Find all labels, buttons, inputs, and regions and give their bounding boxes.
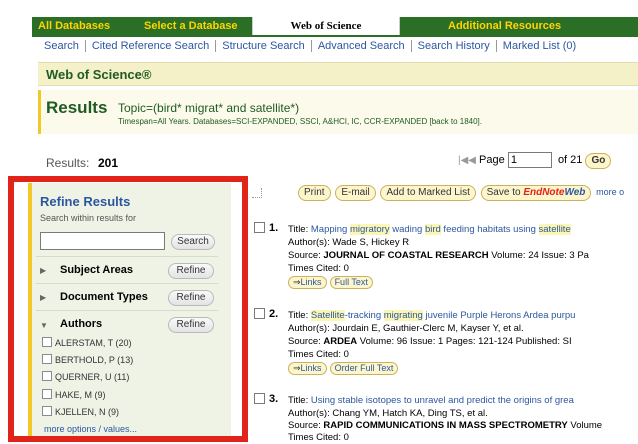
record-title[interactable]: Using stable isotopes to unravel and pre… bbox=[311, 395, 574, 406]
page-input[interactable]: 1 bbox=[507, 152, 552, 168]
source-name: RAPID COMMUNICATIONS IN MASS SPECTROMETR… bbox=[323, 420, 568, 431]
arrow-icon: ⇒ bbox=[293, 277, 301, 287]
results-heading: Results bbox=[46, 98, 108, 117]
record-cited: Times Cited: 0 bbox=[288, 263, 349, 274]
source-name: JOURNAL OF COASTAL RESEARCH bbox=[323, 250, 489, 261]
tab-select-database[interactable]: Select a Database bbox=[130, 17, 252, 35]
source-details: Volume bbox=[567, 420, 603, 431]
record-authors: Author(s): Chang YM, Hatch KA, Ding TS, … bbox=[288, 408, 488, 419]
record-source: Source: RAPID COMMUNICATIONS IN MASS SPE… bbox=[288, 420, 602, 431]
tab-web-of-science[interactable]: Web of Science bbox=[252, 17, 400, 35]
links-label: Links bbox=[300, 277, 322, 287]
endnote-logo: EndNote bbox=[523, 187, 565, 198]
record-number: 1. bbox=[269, 222, 279, 234]
order-full-text-button[interactable]: Order Full Text bbox=[329, 362, 399, 375]
nav-advanced-search[interactable]: Advanced Search bbox=[311, 40, 412, 52]
tab-additional-resources[interactable]: Additional Resources bbox=[400, 17, 638, 35]
record-title[interactable]: Mapping migratory wading bird feeding ha… bbox=[311, 224, 571, 235]
record-cited: Times Cited: 0 bbox=[288, 432, 349, 443]
save-to-label: Save to bbox=[486, 187, 521, 198]
select-all-icon[interactable] bbox=[252, 188, 262, 198]
results-count: 201 bbox=[98, 156, 119, 170]
source-label: Source: bbox=[288, 250, 324, 261]
search-timespan: Timespan=All Years. Databases=SCI-EXPAND… bbox=[118, 117, 482, 126]
go-button[interactable]: Go bbox=[585, 152, 612, 169]
nav-marked-list[interactable]: Marked List (0) bbox=[497, 40, 582, 52]
source-details: Volume: 96 Issue: 1 Pages: 121-124 Publi… bbox=[357, 336, 572, 347]
email-button[interactable]: E-mail bbox=[335, 185, 376, 201]
nav-cited-reference-search[interactable]: Cited Reference Search bbox=[85, 40, 217, 52]
title-label: Title: bbox=[288, 395, 311, 406]
links-button[interactable]: ⇒Links bbox=[288, 276, 327, 289]
record-links: ⇒Links Full Text bbox=[288, 276, 376, 289]
record-links: ⇒Links Order Full Text bbox=[288, 362, 401, 375]
full-text-button[interactable]: Full Text bbox=[329, 276, 373, 289]
record-authors: Author(s): Wade S, Hickey R bbox=[288, 237, 410, 248]
source-label: Source: bbox=[288, 420, 324, 431]
print-button[interactable]: Print bbox=[298, 185, 331, 201]
record-source: Source: JOURNAL OF COASTAL RESEARCH Volu… bbox=[288, 250, 589, 261]
page-of: of 21 bbox=[557, 153, 583, 166]
nav-search-history[interactable]: Search History bbox=[411, 40, 497, 52]
links-label: Links bbox=[300, 363, 322, 373]
page-label: Page bbox=[479, 153, 505, 166]
arrow-icon: ⇒ bbox=[293, 363, 301, 373]
links-button[interactable]: ⇒Links bbox=[288, 362, 327, 375]
record-number: 3. bbox=[269, 393, 279, 405]
results-count-label: Results: bbox=[46, 156, 90, 170]
pager: |◀◀ Page 1 of 21 Go bbox=[458, 152, 612, 169]
title-label: Title: bbox=[288, 224, 311, 235]
source-details: Volume: 24 Issue: 3 Pa bbox=[488, 250, 589, 261]
record-title[interactable]: Satellite-tracking migrating juvenile Pu… bbox=[310, 310, 575, 321]
source-label: Source: bbox=[288, 336, 324, 347]
tab-all-databases[interactable]: All Databases bbox=[32, 17, 130, 35]
title-label: Title: bbox=[288, 310, 311, 321]
save-endnote-button[interactable]: Save to EndNoteWeb bbox=[480, 185, 592, 201]
record-cited: Times Cited: 0 bbox=[288, 349, 349, 360]
nav-search[interactable]: Search bbox=[38, 40, 86, 52]
record-authors: Author(s): Jourdain E, Gauthier-Clerc M,… bbox=[288, 323, 524, 334]
search-topic: Topic=(bird* migrat* and satellite*) bbox=[118, 101, 300, 115]
record-checkbox[interactable] bbox=[254, 308, 265, 319]
source-name: ARDEA bbox=[323, 336, 358, 347]
record-source: Source: ARDEA Volume: 96 Issue: 1 Pages:… bbox=[288, 336, 572, 347]
highlight-frame bbox=[8, 176, 248, 442]
record-title-line: Title: Mapping migratory wading bird fee… bbox=[288, 224, 571, 235]
more-options[interactable]: more o bbox=[596, 187, 624, 197]
endnote-web-label: Web bbox=[564, 187, 586, 198]
record-number: 2. bbox=[269, 308, 279, 320]
record-title-line: Title: Satellite-tracking migrating juve… bbox=[288, 310, 575, 321]
record-title-line: Title: Using stable isotopes to unravel … bbox=[288, 395, 574, 406]
nav-structure-search[interactable]: Structure Search bbox=[216, 40, 312, 52]
record-checkbox[interactable] bbox=[254, 393, 265, 404]
record-checkbox[interactable] bbox=[254, 222, 265, 233]
secondary-nav: Search Cited Reference Search Structure Se… bbox=[38, 40, 638, 58]
section-title: Web of Science® bbox=[46, 67, 152, 82]
add-marked-button[interactable]: Add to Marked List bbox=[380, 185, 476, 201]
action-toolbar: Print E-mail Add to Marked List Save to … bbox=[298, 185, 624, 201]
tab-bar: All Databases Select a Database Web of S… bbox=[32, 17, 638, 35]
tab-underline bbox=[32, 35, 638, 37]
first-page-icon[interactable]: |◀◀ bbox=[458, 155, 476, 166]
